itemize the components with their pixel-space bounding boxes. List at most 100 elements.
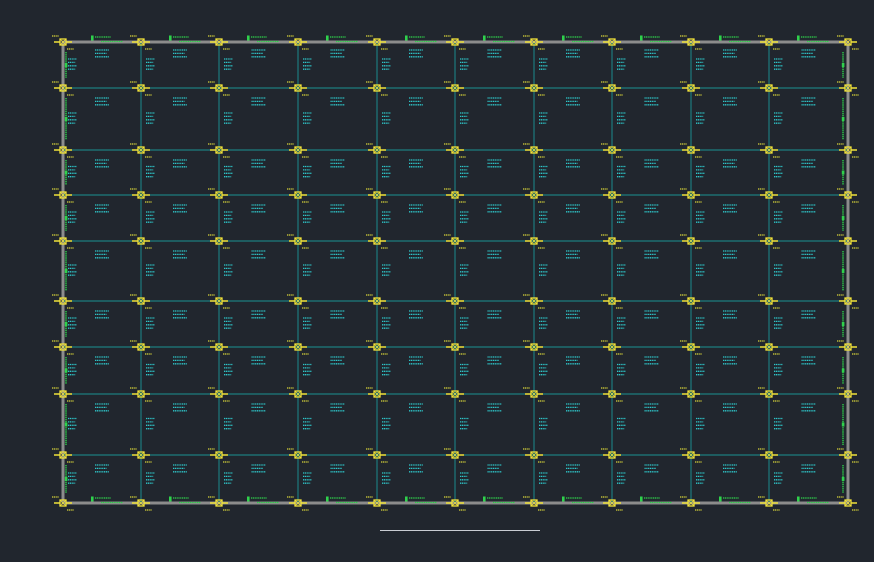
beam-label [566, 250, 580, 259]
beam-label [487, 403, 502, 412]
edge-beam-tag [326, 35, 329, 41]
edge-beam-tag [64, 216, 68, 220]
beam-label [539, 317, 548, 329]
beam-label [617, 112, 626, 124]
beam-label [95, 310, 109, 319]
beam-label [251, 204, 266, 213]
beam-label [696, 165, 705, 178]
beam-label [723, 464, 737, 473]
beam-label [644, 204, 659, 213]
beam-label [303, 472, 312, 484]
beam-label [539, 264, 548, 276]
beam-label [173, 97, 187, 106]
beam-label [68, 112, 77, 124]
edge-beam-tag [64, 422, 68, 427]
beam-label [409, 204, 423, 213]
beam-label [303, 363, 312, 376]
beam-label [409, 356, 423, 365]
beam-label [460, 211, 469, 223]
beam-label [224, 264, 233, 276]
edge-beam-tag [841, 322, 845, 326]
beam-label [723, 403, 737, 412]
beam-annotations [52, 35, 859, 511]
edge-beam-tag [405, 35, 408, 41]
beam-label [801, 159, 816, 168]
beam-label [617, 264, 626, 276]
edge-beam-tag [841, 170, 845, 175]
beam-label [382, 264, 391, 276]
edge-beam-tag [841, 368, 845, 373]
beam-label [146, 165, 155, 178]
beam-label [801, 464, 816, 473]
beam-label [95, 356, 109, 365]
beam-label [644, 49, 659, 58]
beam-label [566, 159, 580, 168]
beam-label [224, 165, 233, 178]
edge-beam-tag [797, 496, 800, 502]
beam-label [173, 250, 187, 259]
beam-label [774, 472, 783, 484]
edge-beam-tag [326, 496, 329, 502]
beam-label [68, 317, 77, 329]
beam-label [566, 403, 580, 412]
beam-label [95, 49, 109, 58]
beam-label [251, 250, 266, 259]
edge-beam-tag [640, 496, 643, 502]
beam-label [303, 317, 312, 329]
beam-label [617, 417, 626, 430]
beam-label [566, 310, 580, 319]
beam-label [644, 250, 659, 259]
beam-label [460, 264, 469, 276]
beam-label [68, 264, 77, 276]
beam-label [224, 112, 233, 124]
beam-label [146, 264, 155, 276]
beam-label [774, 264, 783, 276]
beam-label [251, 310, 266, 319]
beam-label [539, 165, 548, 178]
beam-label [487, 204, 502, 213]
beam-label [95, 159, 109, 168]
beam-label [146, 363, 155, 376]
beam-label [460, 317, 469, 329]
beam-label [460, 58, 469, 70]
beam-label [224, 363, 233, 376]
beam-label [68, 58, 77, 70]
beam-label [146, 58, 155, 70]
edge-beam-tag [640, 35, 643, 41]
beam-label [303, 264, 312, 276]
edge-beam-tag [64, 322, 68, 326]
edge-beam-tag [405, 496, 408, 502]
beam-label [644, 403, 659, 412]
edge-beam-tag [841, 269, 845, 273]
beam-label [644, 310, 659, 319]
beam-label [303, 417, 312, 430]
beam-label [330, 403, 345, 412]
beam-label [696, 417, 705, 430]
beam-label [173, 49, 187, 58]
beam-label [251, 97, 266, 106]
beam-label [173, 204, 187, 213]
edge-beam-tag [64, 368, 68, 373]
perimeter-frame [61, 40, 850, 505]
beam-label [460, 363, 469, 376]
beam-label [487, 250, 502, 259]
edge-beam-tag [483, 35, 486, 41]
beam-label [801, 403, 816, 412]
beam-label [539, 472, 548, 484]
beam-label [617, 363, 626, 376]
beam-label [539, 112, 548, 124]
beam-label [723, 310, 737, 319]
beam-label [303, 211, 312, 223]
beam-label [774, 58, 783, 70]
beam-label [617, 211, 626, 223]
beam-label [173, 464, 187, 473]
beam-label [224, 417, 233, 430]
beam-label [801, 204, 816, 213]
beam-label [330, 310, 345, 319]
beam-label [460, 472, 469, 484]
beam-label [68, 417, 77, 430]
beam-label [303, 58, 312, 70]
beam-label [409, 250, 423, 259]
beam-label [723, 356, 737, 365]
beam-label [330, 250, 345, 259]
